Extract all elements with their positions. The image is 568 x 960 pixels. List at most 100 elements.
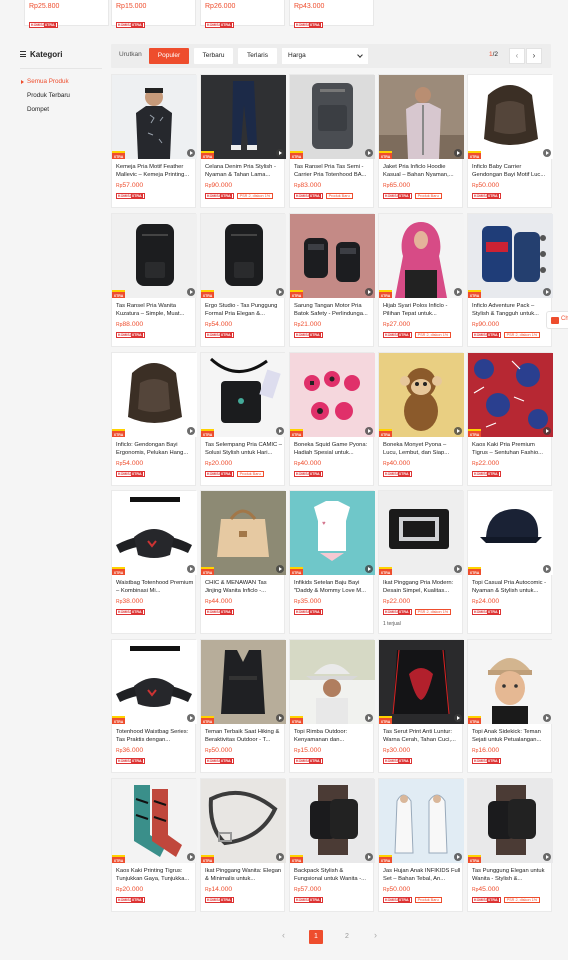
product-image[interactable]: XTRA: [468, 640, 553, 724]
pagination-next-arrow[interactable]: ›: [374, 930, 377, 940]
pagination-prev-arrow[interactable]: ‹: [282, 930, 285, 940]
chat-button[interactable]: Ch: [546, 311, 568, 329]
product-image[interactable]: XTRA: [379, 75, 464, 159]
play-video-icon[interactable]: [543, 149, 551, 157]
product-title[interactable]: Topi Rimba Outdoor: Kenyamanan dan...: [294, 728, 372, 744]
product-title[interactable]: Inficlo Adventure Pack – Stylish & Tangg…: [472, 302, 550, 318]
play-video-icon[interactable]: [276, 714, 284, 722]
sort-terlaris-button[interactable]: Terlaris: [238, 48, 277, 64]
product-image[interactable]: XTRA: [112, 640, 197, 724]
play-video-icon[interactable]: [276, 427, 284, 435]
play-video-icon[interactable]: [187, 565, 195, 573]
price-sort-select[interactable]: Harga: [282, 48, 368, 64]
sort-terbaru-button[interactable]: Terbaru: [194, 48, 233, 64]
product-image[interactable]: XTRA: [290, 779, 375, 863]
play-video-icon[interactable]: [543, 288, 551, 296]
play-video-icon[interactable]: [365, 427, 373, 435]
product-title[interactable]: Hijab Syari Polos Inficlo - Pilihan Tepa…: [383, 302, 461, 318]
product-card[interactable]: XTRA Kaos Kaki Pria Premium Tigrus – Sent…: [467, 352, 553, 486]
product-image[interactable]: XTRA: [379, 214, 464, 298]
product-title[interactable]: Kemeja Pria Motif Feather Mallevic – Kem…: [116, 163, 194, 179]
play-video-icon[interactable]: [187, 149, 195, 157]
play-video-icon[interactable]: [454, 565, 462, 573]
play-video-icon[interactable]: [454, 149, 462, 157]
product-image[interactable]: XTRA: [468, 214, 553, 298]
product-title[interactable]: Boneka Squid Game Pyona: Hadiah Spesial …: [294, 441, 372, 457]
next-page-button[interactable]: ›: [526, 48, 542, 64]
product-card[interactable]: XTRA Ikat Pinggang Pria Modern: Desain Si…: [378, 490, 464, 634]
product-card[interactable]: XTRA Jas Hujan Anak INFIKIDS Full Set – B…: [378, 778, 464, 912]
product-image[interactable]: XTRA: [468, 353, 553, 437]
play-video-icon[interactable]: [276, 853, 284, 861]
product-card[interactable]: XTRA Boneka Squid Game Pyona: Hadiah Spes…: [289, 352, 375, 486]
product-title[interactable]: Backpack Stylish & Fungsional untuk Wani…: [294, 867, 372, 883]
product-title[interactable]: Teman Terbaik Saat Hiking & Beraktivitas…: [205, 728, 283, 744]
product-title[interactable]: Jas Hujan Anak INFIKIDS Full Set – Bahan…: [383, 867, 461, 883]
product-card[interactable]: XTRA Teman Terbaik Saat Hiking & Beraktiv…: [200, 639, 286, 773]
product-title[interactable]: Topi Anak Sidekick: Teman Sejati untuk P…: [472, 728, 550, 744]
pagination-page-1[interactable]: 1: [309, 930, 323, 944]
product-image[interactable]: XTRA: [290, 214, 375, 298]
play-video-icon[interactable]: [276, 149, 284, 157]
product-image[interactable]: XTRA: [112, 75, 197, 159]
product-image[interactable]: XTRA: [201, 640, 286, 724]
product-title[interactable]: Infikids Setelan Baju Bayi "Daddy & Momm…: [294, 579, 372, 595]
sidebar-item-dompet[interactable]: Dompet: [20, 103, 110, 117]
top-product-card[interactable]: Rp26.000 KOMISIXTRA: [200, 0, 285, 28]
product-card[interactable]: XTRA Waistbag Totenhood Premium – Kombina…: [111, 490, 197, 634]
play-video-icon[interactable]: [454, 427, 462, 435]
play-video-icon[interactable]: [365, 288, 373, 296]
product-card[interactable]: XTRA Inficlo Adventure Pack – Stylish & T…: [467, 213, 553, 347]
product-card[interactable]: XTRA Hijab Syari Polos Inficlo - Pilihan …: [378, 213, 464, 347]
play-video-icon[interactable]: [187, 288, 195, 296]
play-video-icon[interactable]: [543, 853, 551, 861]
top-product-card[interactable]: Rp25.800 KOMISIXTRA: [24, 0, 109, 28]
play-video-icon[interactable]: [187, 853, 195, 861]
play-video-icon[interactable]: [365, 149, 373, 157]
product-title[interactable]: Jaket Pria Inficlo Hoodie Kasual – Bahan…: [383, 163, 461, 179]
product-card[interactable]: XTRA Inficlo Baby Carrier Gendongan Bayi …: [467, 74, 553, 208]
product-card[interactable]: ♥ XTRA Infikids Setelan Baju Bayi "Daddy &…: [289, 490, 375, 634]
product-title[interactable]: Totenhood Waistbag Series: Tas Praktis d…: [116, 728, 194, 744]
product-card[interactable]: XTRA Topi Anak Sidekick: Teman Sejati unt…: [467, 639, 553, 773]
product-card[interactable]: XTRA Totenhood Waistbag Series: Tas Prakt…: [111, 639, 197, 773]
product-title[interactable]: Tas Selempang Pria CAMIC – Solusi Stylis…: [205, 441, 283, 457]
product-title[interactable]: Inficlo Baby Carrier Gendongan Bayi Moti…: [472, 163, 550, 179]
product-title[interactable]: Sarung Tangan Motor Pria Batok Safety - …: [294, 302, 372, 318]
play-video-icon[interactable]: [543, 565, 551, 573]
play-video-icon[interactable]: [543, 427, 551, 435]
product-image[interactable]: XTRA: [201, 779, 286, 863]
product-card[interactable]: XTRA Tas Ransel Pria Tas Semi - Carrier P…: [289, 74, 375, 208]
product-title[interactable]: Ikat Pinggang Pria Modern: Desain Simpel…: [383, 579, 461, 595]
play-video-icon[interactable]: [276, 565, 284, 573]
product-image[interactable]: XTRA: [201, 353, 286, 437]
product-image[interactable]: XTRA: [379, 353, 464, 437]
play-video-icon[interactable]: [365, 714, 373, 722]
product-title[interactable]: Ergo Studio - Tas Punggung Formal Pria E…: [205, 302, 283, 318]
product-card[interactable]: XTRA Inficlo: Gendongan Bayi Ergonomis, P…: [111, 352, 197, 486]
play-video-icon[interactable]: [454, 714, 462, 722]
product-title[interactable]: Topi Casual Pria Autocomic - Nyaman & St…: [472, 579, 550, 595]
play-video-icon[interactable]: [187, 714, 195, 722]
product-card[interactable]: XTRA Sarung Tangan Motor Pria Batok Safet…: [289, 213, 375, 347]
product-image[interactable]: XTRA: [379, 491, 464, 575]
sidebar-item-produk-terbaru[interactable]: Produk Terbaru: [20, 89, 110, 103]
play-video-icon[interactable]: [454, 853, 462, 861]
product-card[interactable]: XTRA Tas Punggung Elegan untuk Wanita - S…: [467, 778, 553, 912]
product-image[interactable]: XTRA: [379, 779, 464, 863]
product-image[interactable]: XTRA: [379, 640, 464, 724]
product-card[interactable]: XTRA Ikat Pinggang Wanita: Elegan & Minim…: [200, 778, 286, 912]
sidebar-item-semua-produk[interactable]: Semua Produk: [20, 75, 110, 89]
product-title[interactable]: Waistbag Totenhood Premium – Kombinasi M…: [116, 579, 194, 595]
play-video-icon[interactable]: [187, 427, 195, 435]
product-image[interactable]: XTRA: [290, 640, 375, 724]
product-card[interactable]: XTRA Tas Serut Print Anti Luntur: Warna C…: [378, 639, 464, 773]
product-title[interactable]: Tas Ransel Pria Wanita Kuzatura – Simple…: [116, 302, 194, 318]
pagination-page-2[interactable]: 2: [340, 930, 354, 944]
product-card[interactable]: XTRA Ergo Studio - Tas Punggung Formal Pr…: [200, 213, 286, 347]
product-card[interactable]: XTRA Tas Ransel Pria Wanita Kuzatura – Si…: [111, 213, 197, 347]
product-card[interactable]: XTRA Backpack Stylish & Fungsional untuk …: [289, 778, 375, 912]
product-title[interactable]: Ikat Pinggang Wanita: Elegan & Minimalis…: [205, 867, 283, 883]
product-title[interactable]: Celana Denim Pria Stylish - Nyaman & Tah…: [205, 163, 283, 179]
product-image[interactable]: XTRA: [468, 491, 553, 575]
